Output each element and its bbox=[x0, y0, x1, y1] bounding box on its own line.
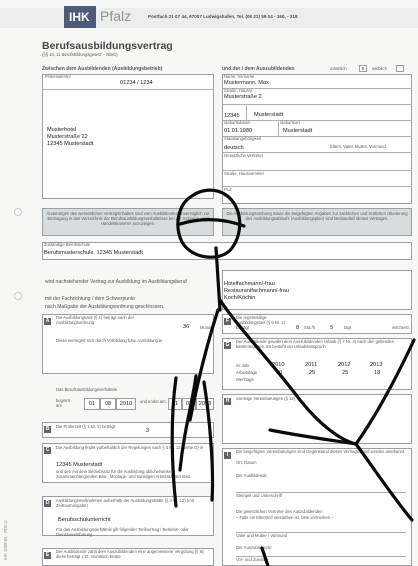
doodle-figure-drawing bbox=[170, 188, 416, 566]
